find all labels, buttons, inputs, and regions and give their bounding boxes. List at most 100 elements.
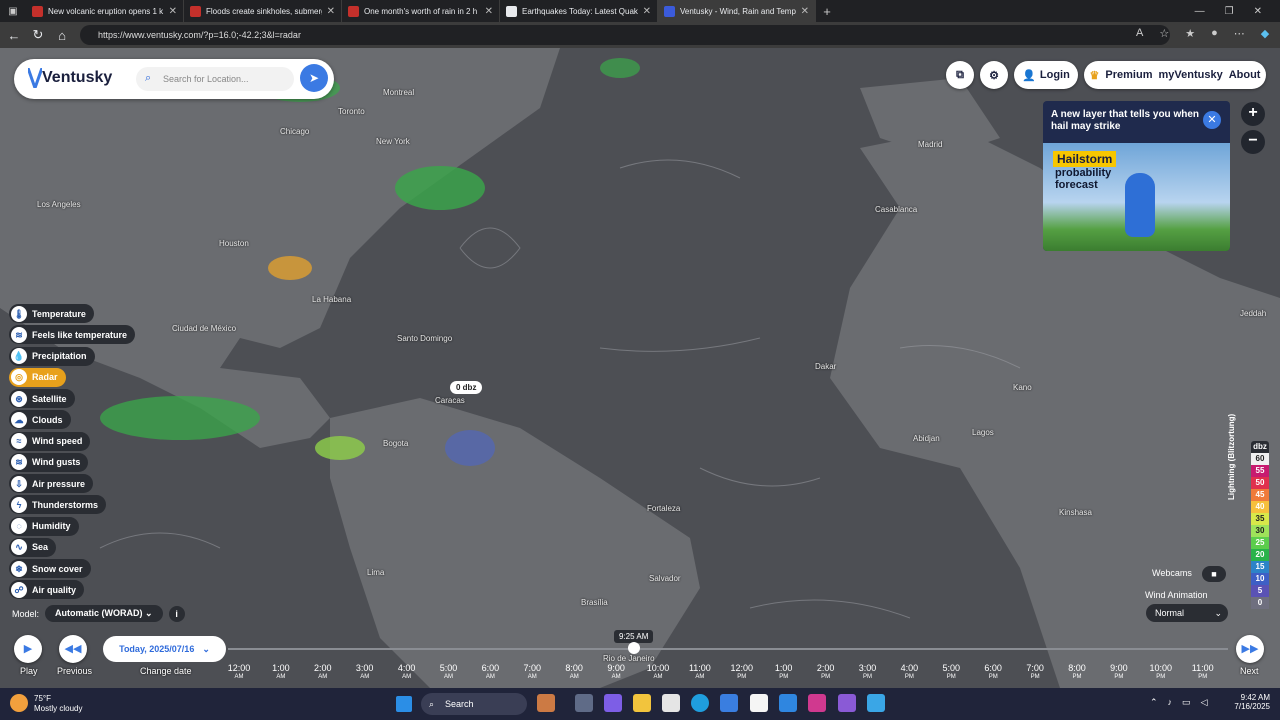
timeline-hour[interactable]: 7:00 PM <box>1020 664 1050 682</box>
volume-icon[interactable]: ◁ <box>1201 697 1208 708</box>
microphone-icon[interactable]: ♪ <box>1168 697 1173 708</box>
layer-sea[interactable]: ∿ Sea <box>9 537 57 557</box>
layer-humidity[interactable]: ◌ Humidity <box>9 516 79 536</box>
close-tab-icon[interactable]: ✕ <box>169 6 177 17</box>
play-button[interactable]: ▶ <box>14 635 42 663</box>
webcam-icon[interactable]: ■ <box>1202 566 1226 582</box>
next-button[interactable]: ▶▶ <box>1236 635 1264 663</box>
browser-tab[interactable]: Floods create sinkholes, submerg ✕ <box>184 0 342 22</box>
browser-tab[interactable]: Ventusky - Wind, Rain and Tempe ✕ <box>658 0 816 22</box>
chevron-up-icon[interactable]: ⌃ <box>1150 697 1158 708</box>
timeline-hour[interactable]: 5:00 AM <box>434 664 464 682</box>
timeline-hour[interactable]: 3:00 PM <box>853 664 883 682</box>
timeline-hour[interactable]: 6:00 PM <box>978 664 1008 682</box>
timeline-hour[interactable]: 4:00 PM <box>894 664 924 682</box>
myventusky-link[interactable]: myVentusky <box>1158 69 1222 81</box>
amazon-icon[interactable] <box>750 694 768 712</box>
previous-button[interactable]: ◀◀ <box>59 635 87 663</box>
close-window-icon[interactable]: ✕ <box>1254 6 1262 17</box>
layer-temperature[interactable]: 🌡 Temperature <box>9 304 94 323</box>
premium-link[interactable]: Premium <box>1105 69 1152 81</box>
task-view-icon[interactable] <box>575 694 593 712</box>
login-button[interactable]: 👤 Login <box>1014 61 1078 89</box>
share-button[interactable]: ⧉ <box>946 61 974 89</box>
timeline-hour[interactable]: 2:00 PM <box>811 664 841 682</box>
timeline-hour[interactable]: 11:00 AM <box>685 664 715 682</box>
layer-radar[interactable]: ◎ Radar <box>9 367 66 387</box>
timeline-hour[interactable]: 5:00 PM <box>936 664 966 682</box>
home-icon[interactable]: ⌂ <box>50 28 74 43</box>
teams-icon[interactable] <box>838 694 856 712</box>
timeline-hour[interactable]: 11:00 PM <box>1188 664 1218 682</box>
layer-satellite[interactable]: ⊛ Satellite <box>9 389 75 408</box>
info-icon[interactable]: i <box>168 605 185 622</box>
copilot-icon[interactable]: ◆ <box>1261 27 1269 40</box>
timeline-hour[interactable]: 10:00 AM <box>643 664 673 682</box>
timeline-hour[interactable]: 10:00 PM <box>1146 664 1176 682</box>
clock[interactable]: 9:42 AM 7/16/2025 <box>1226 693 1270 711</box>
close-icon[interactable]: ✕ <box>1203 111 1221 129</box>
mail-icon[interactable] <box>720 694 738 712</box>
layer-snow-cover[interactable]: ❄ Snow cover <box>9 559 91 578</box>
logo-text[interactable]: Ventusky <box>42 69 112 87</box>
timeline-hour[interactable]: 3:00 AM <box>350 664 380 682</box>
edge-icon[interactable] <box>691 694 709 712</box>
minimize-icon[interactable]: — <box>1195 6 1205 17</box>
settings-button[interactable]: ⚙ <box>980 61 1008 89</box>
display-icon[interactable]: ▭ <box>1182 697 1191 708</box>
zoom-in-button[interactable]: + <box>1241 102 1265 126</box>
timeline-hour[interactable]: 12:00 PM <box>727 664 757 682</box>
close-tab-icon[interactable]: ✕ <box>327 6 335 17</box>
search-input[interactable]: ⌕ Search for Location... <box>136 67 294 91</box>
tab-actions-icon[interactable]: ▣ <box>0 6 26 17</box>
widget-icon[interactable] <box>537 694 555 712</box>
layer-air-quality[interactable]: ☍ Air quality <box>9 580 85 600</box>
timeline-hour[interactable]: 4:00 AM <box>392 664 422 682</box>
store-icon[interactable] <box>662 694 680 712</box>
timeline-hour[interactable]: 9:00 AM <box>601 664 631 682</box>
zoom-out-button[interactable]: − <box>1241 130 1265 154</box>
office-icon[interactable] <box>808 694 826 712</box>
timeline-hour[interactable]: 7:00 AM <box>517 664 547 682</box>
more-icon[interactable]: ⋯ <box>1234 27 1245 40</box>
timeline-hour[interactable]: 8:00 PM <box>1062 664 1092 682</box>
profile-icon[interactable]: ● <box>1211 27 1218 40</box>
favorite-icon[interactable]: ☆ <box>1159 27 1169 40</box>
restore-icon[interactable]: ❐ <box>1225 6 1234 17</box>
start-icon[interactable] <box>396 696 412 712</box>
url-field[interactable]: https://www.ventusky.com/?p=16.0;-42.2;3… <box>80 25 1170 45</box>
hailstorm-promo[interactable]: A new layer that tells you when hail may… <box>1043 101 1230 251</box>
timeline-track[interactable] <box>228 648 1228 650</box>
browser-tab[interactable]: One month's worth of rain in 2 h ✕ <box>342 0 500 22</box>
timeline-hour[interactable]: 2:00 AM <box>308 664 338 682</box>
wind-animation-select[interactable]: Normal ⌄ <box>1146 604 1228 622</box>
new-tab-button[interactable]: + <box>816 4 838 19</box>
timeline-hour[interactable]: 12:00 AM <box>224 664 254 682</box>
timeline-handle[interactable] <box>628 642 640 654</box>
close-tab-icon[interactable]: ✕ <box>643 6 651 17</box>
close-tab-icon[interactable]: ✕ <box>801 6 809 17</box>
weather-map[interactable]: Ventusky ⌕ Search for Location... ➤ ⧉ ⚙ … <box>0 48 1280 688</box>
date-select[interactable]: Today, 2025/07/16 ⌄ <box>103 636 226 662</box>
browser-tab[interactable]: New volcanic eruption opens 1 k ✕ <box>26 0 184 22</box>
file-explorer-icon[interactable] <box>633 694 651 712</box>
browser-tab[interactable]: Earthquakes Today: Latest Quake ✕ <box>500 0 658 22</box>
timeline-hour[interactable]: 1:00 PM <box>769 664 799 682</box>
layer-precipitation[interactable]: 💧 Precipitation <box>9 346 95 366</box>
layer-clouds[interactable]: ☁ Clouds <box>9 410 71 430</box>
close-tab-icon[interactable]: ✕ <box>485 6 493 17</box>
taskbar-search[interactable]: ⌕ Search <box>421 693 527 715</box>
app-icon[interactable] <box>867 694 885 712</box>
about-link[interactable]: About <box>1229 69 1261 81</box>
locate-me-button[interactable]: ➤ <box>300 64 328 92</box>
read-aloud-icon[interactable]: A <box>1136 27 1143 40</box>
layer-air-pressure[interactable]: ⇩ Air pressure <box>9 474 94 493</box>
model-select[interactable]: Automatic (WORAD) ⌄ <box>45 605 163 622</box>
layer-thunderstorms[interactable]: ϟ Thunderstorms <box>9 495 107 515</box>
layer-wind-speed[interactable]: ≈ Wind speed <box>9 431 91 451</box>
layer-feels-like-temperature[interactable]: ≋ Feels like temperature <box>9 325 136 345</box>
favorites-list-icon[interactable]: ★ <box>1185 27 1195 40</box>
back-icon[interactable]: ← <box>2 28 26 43</box>
copilot-app-icon[interactable] <box>604 694 622 712</box>
refresh-icon[interactable]: ↻ <box>26 27 50 43</box>
